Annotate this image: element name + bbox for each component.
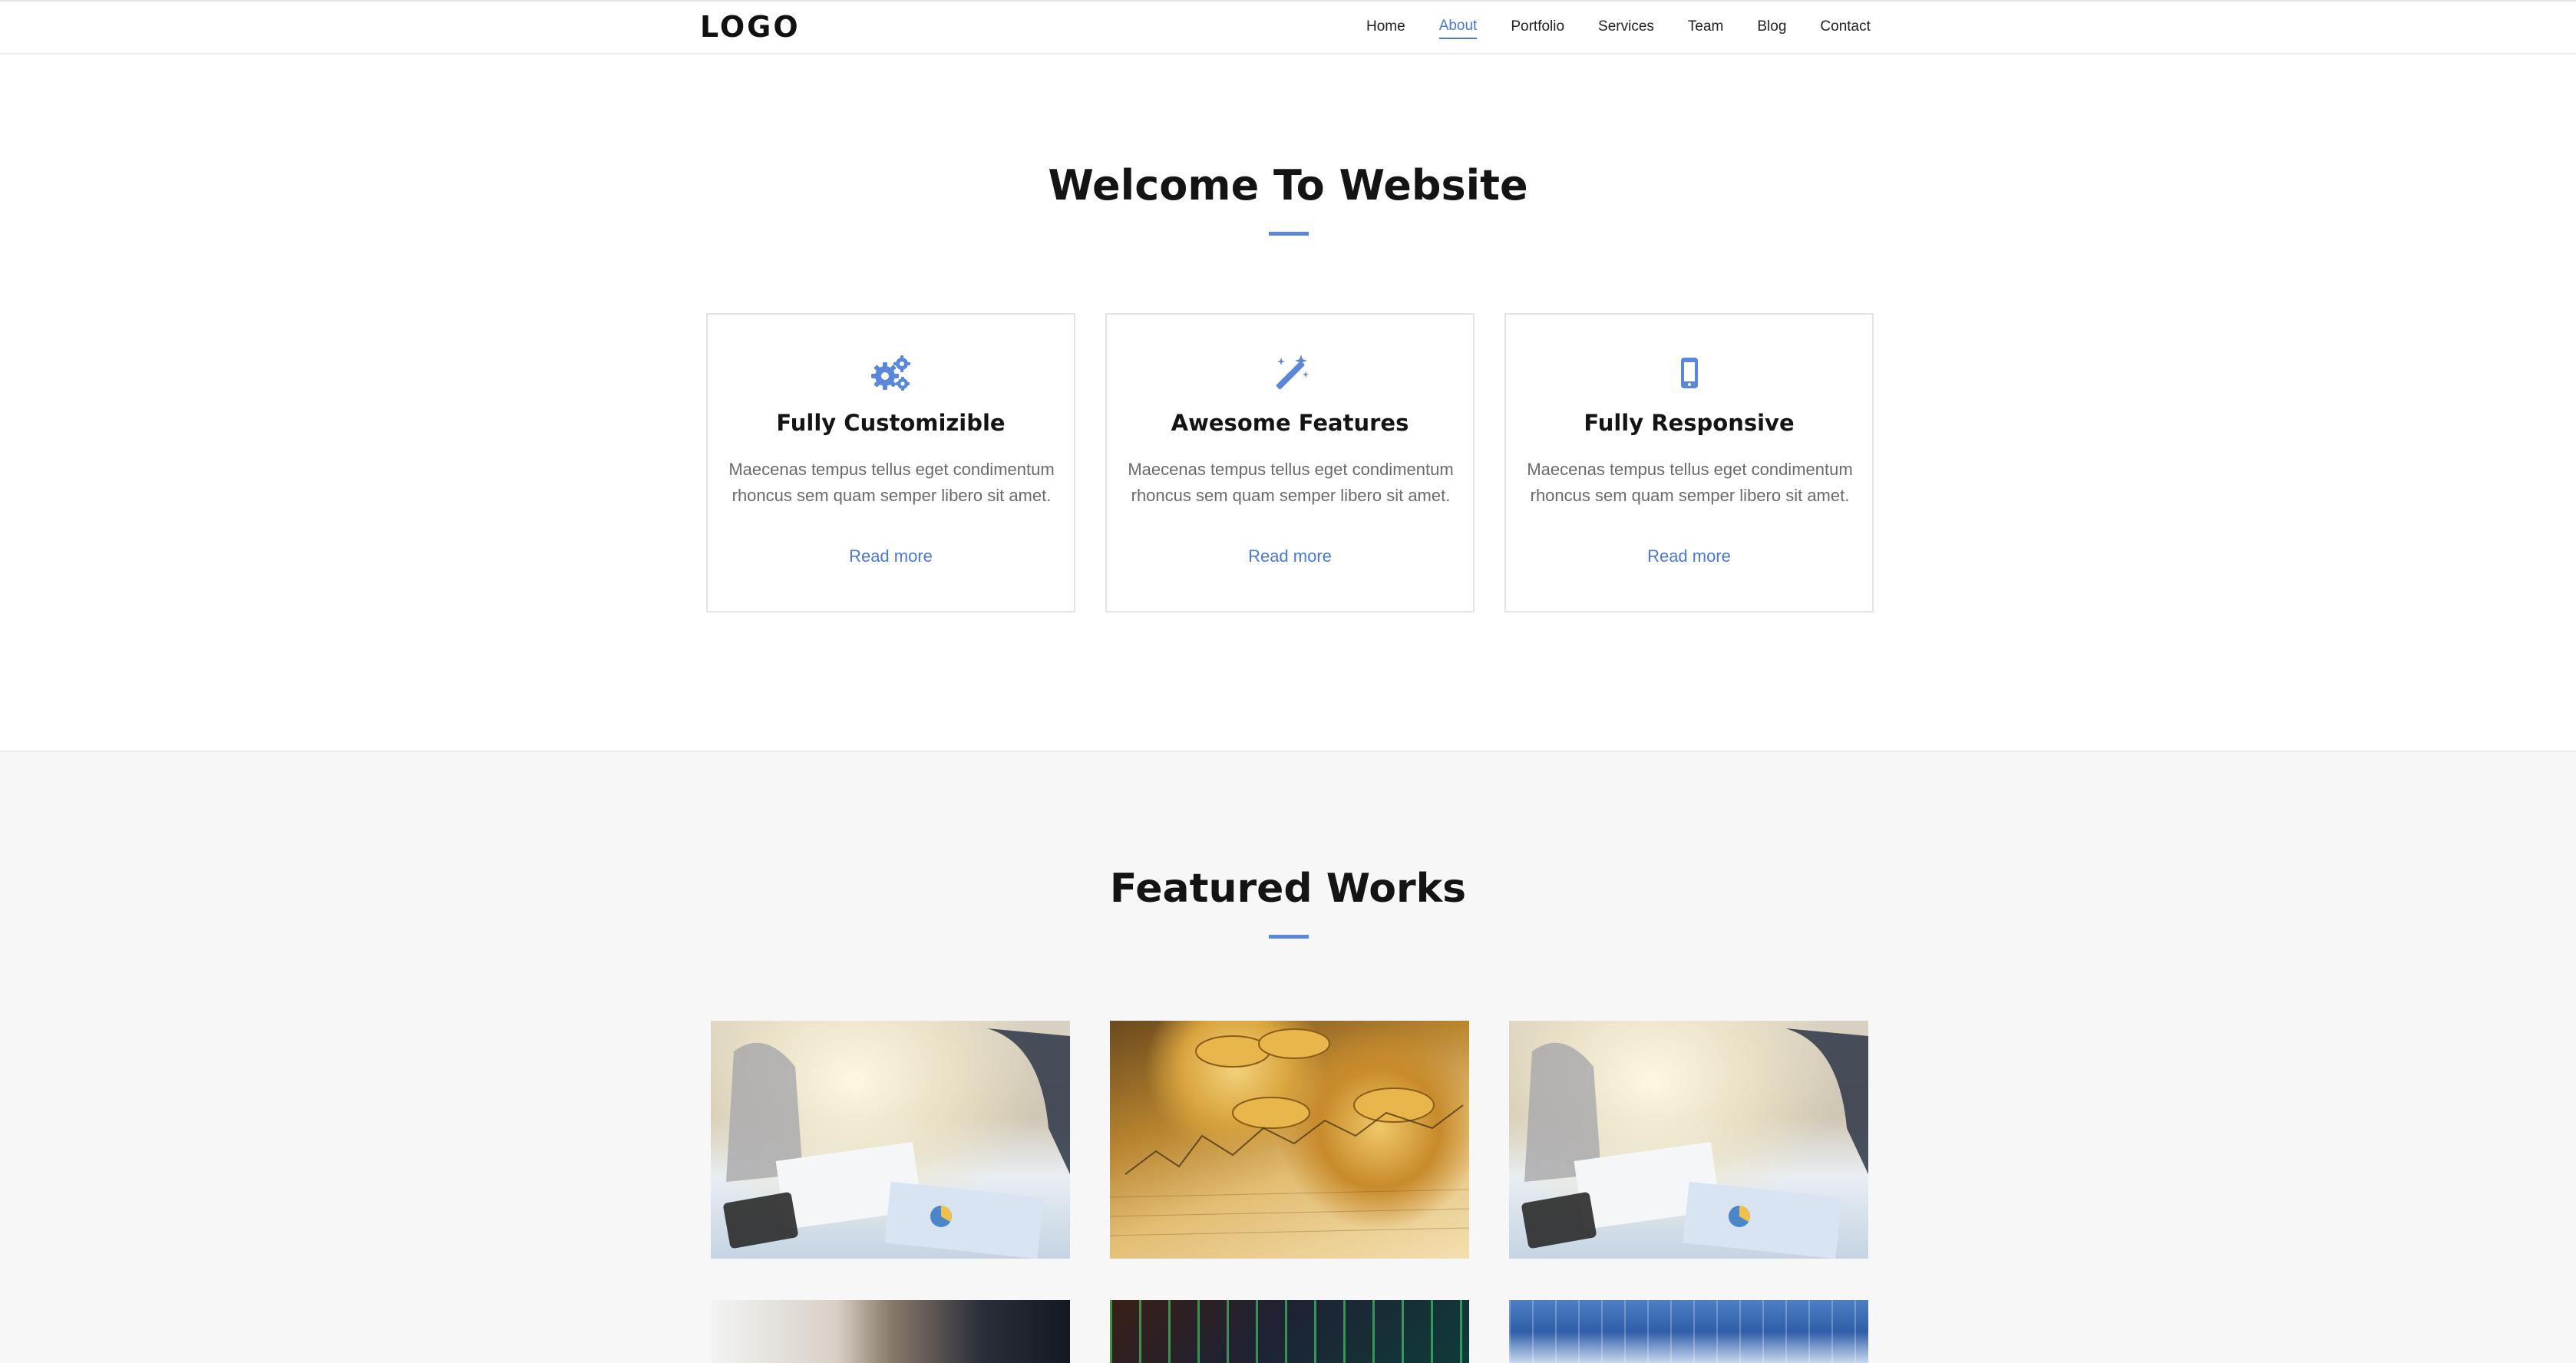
nav-item-about[interactable]: About	[1438, 18, 1478, 39]
read-more-link[interactable]: Read more	[708, 546, 1074, 566]
card-title: Awesome Features	[1171, 410, 1409, 436]
work-thumbnail-stock-market[interactable]	[1110, 1300, 1469, 1363]
magic-wand-icon	[1107, 353, 1473, 393]
card-title: Fully Responsive	[1584, 410, 1795, 436]
nav-item-home[interactable]: Home	[1366, 18, 1405, 38]
featured-works-title: Featured Works	[1109, 866, 1467, 912]
card-description: Maecenas tempus tellus eget condimentum …	[728, 460, 1055, 505]
mobile-phone-icon	[1506, 353, 1872, 393]
welcome-title: Welcome To Website	[1048, 161, 1528, 210]
read-more-link[interactable]: Read more	[1506, 546, 1872, 566]
work-thumbnail-handshake[interactable]	[711, 1300, 1070, 1363]
card-description: Maecenas tempus tellus eget condimentum …	[1527, 460, 1853, 505]
work-thumbnail-office-meeting[interactable]	[711, 1021, 1070, 1259]
nav-item-services[interactable]: Services	[1598, 18, 1654, 38]
card-description: Maecenas tempus tellus eget condimentum …	[1128, 460, 1454, 505]
feature-card-customizable: Fully Customizible Maecenas tempus tellu…	[706, 313, 1075, 612]
nav-item-team[interactable]: Team	[1688, 18, 1723, 38]
card-title: Fully Customizible	[776, 410, 1006, 436]
read-more-link[interactable]: Read more	[1107, 546, 1473, 566]
nav-item-blog[interactable]: Blog	[1757, 18, 1786, 38]
main-nav: Home About Portfolio Services Team Blog …	[1366, 18, 1871, 39]
logo[interactable]: LOGO	[700, 10, 801, 44]
work-thumbnail-office-meeting[interactable]	[1509, 1021, 1868, 1259]
feature-card-responsive: Fully Responsive Maecenas tempus tellus …	[1504, 313, 1874, 612]
featured-title-underline	[1269, 935, 1309, 939]
work-thumbnail-city-finance[interactable]	[1509, 1300, 1868, 1363]
nav-item-contact[interactable]: Contact	[1820, 18, 1870, 38]
site-header: LOGO Home About Portfolio Services Team …	[0, 2, 2576, 54]
work-thumbnail-gold-coins[interactable]	[1110, 1021, 1469, 1259]
gears-icon	[708, 353, 1074, 393]
welcome-title-underline	[1269, 232, 1309, 236]
feature-card-features: Awesome Features Maecenas tempus tellus …	[1105, 313, 1475, 612]
nav-item-portfolio[interactable]: Portfolio	[1511, 18, 1564, 38]
